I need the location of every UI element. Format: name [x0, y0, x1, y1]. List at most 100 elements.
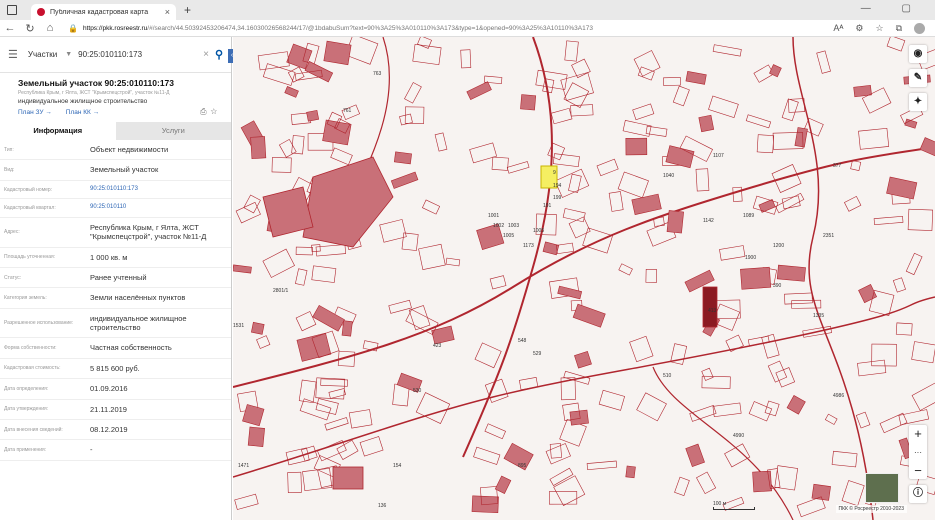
object-title: Земельный участок 90:25:010110:173 — [18, 78, 175, 88]
tab-information[interactable]: Информация — [0, 122, 116, 140]
attribute-value: индивидуальное жилищное строительство — [90, 313, 187, 332]
address-bar: ← ↻ ⌂ 🔒 https://pkk.rosreestr.ru /#/sear… — [0, 20, 935, 37]
hamburger-menu-icon[interactable]: ☰ — [8, 48, 18, 61]
parcel — [401, 232, 419, 251]
attribute-key: Дата определения: — [4, 385, 49, 392]
parcel-label: 1173 — [523, 243, 534, 249]
layers-icon[interactable]: ◉ — [909, 45, 927, 63]
parcel — [811, 483, 831, 501]
browser-tab[interactable]: Публичная кадастровая карта × — [31, 4, 176, 20]
parcel — [672, 85, 690, 107]
parcel-label: 548 — [518, 338, 527, 344]
parcel — [572, 303, 606, 328]
attribute-key: Дата утверждения: — [4, 406, 49, 413]
parcel — [824, 413, 838, 425]
attribute-list: Тип: Объект недвижимости Вид: Земельный уча… — [0, 140, 231, 461]
chevron-down-icon[interactable]: ▼ — [65, 51, 72, 58]
parcel — [571, 58, 591, 79]
search-input[interactable]: 90:25:010110:173 — [78, 50, 203, 59]
tab-services[interactable]: Услуги — [115, 122, 231, 140]
measure-pencil-icon[interactable]: ✎ — [909, 69, 927, 87]
zoom-out-button[interactable]: − — [914, 463, 922, 478]
read-aloud-icon[interactable]: Aᴬ — [833, 23, 843, 34]
parcel — [256, 335, 271, 349]
attribute-key: Кадастровый номер: — [4, 186, 53, 193]
parcel-label: 1471 — [238, 463, 249, 469]
favorites-icon[interactable]: ☆ — [875, 23, 883, 34]
attribute-row: Дата утверждения: 21.11.2019 — [0, 400, 231, 420]
attribute-key: Форма собственности: — [4, 345, 57, 352]
parcel — [752, 470, 772, 493]
new-tab-button[interactable]: + — [184, 3, 191, 17]
parcel — [235, 201, 261, 224]
attribute-value-link[interactable]: 90:25:010110:173 — [90, 186, 231, 194]
object-use: индивидуальное жилищное строительство — [18, 98, 148, 105]
parcel-label: 1531 — [233, 323, 244, 329]
window-menu-icon[interactable] — [7, 5, 17, 15]
parcel-label: 2801/1 — [273, 288, 289, 294]
parcel — [663, 77, 681, 86]
parcel — [250, 321, 265, 335]
attribute-value: 5 815 600 руб. — [90, 363, 140, 373]
home-icon[interactable]: ⌂ — [40, 22, 60, 34]
parcel — [491, 156, 509, 171]
attribute-row: Тип: Объект недвижимости — [0, 140, 231, 161]
basemap-switcher[interactable] — [865, 473, 899, 503]
parcel — [617, 171, 649, 199]
collections-icon[interactable]: ⧉ — [896, 23, 902, 34]
parcel — [858, 127, 890, 150]
parcel — [422, 199, 441, 215]
window-controls[interactable]: — ▢ — [861, 3, 925, 14]
attribute-row: Кадастровая стоимость: 5 815 600 руб. — [0, 359, 231, 380]
parcel — [295, 268, 308, 286]
attribute-value-link[interactable]: 90:25:010110 — [90, 204, 231, 212]
parcel — [637, 66, 655, 81]
parcel-label: 413 — [708, 308, 717, 314]
parcel — [905, 252, 923, 276]
parcel — [379, 219, 407, 243]
parcel — [716, 299, 741, 320]
parcel-label: 1005 — [533, 228, 544, 234]
browser-tab-bar: Публичная кадастровая карта × + — ▢ — [0, 0, 935, 20]
tab-close-button[interactable]: × — [165, 7, 170, 17]
parcel-label: 1005 — [503, 233, 514, 239]
extensions-icon[interactable]: ⚙ — [855, 23, 863, 34]
zoom-in-button[interactable]: + — [914, 426, 922, 441]
plan-links: План ЗУ → План КК → ⎙☆ — [0, 105, 231, 116]
parcel — [445, 257, 461, 267]
search-category-select[interactable]: Участки — [28, 50, 57, 59]
parcel — [786, 395, 806, 415]
parcel — [408, 305, 431, 331]
building — [302, 156, 394, 248]
attribute-value: 01.09.2016 — [90, 384, 128, 394]
parcel — [871, 343, 897, 367]
parcel — [771, 164, 802, 193]
parcel — [418, 243, 446, 270]
favorite-star-icon[interactable]: ☆ — [210, 107, 221, 116]
plan-zu-link[interactable]: План ЗУ → — [18, 109, 52, 116]
parcel — [698, 114, 715, 133]
parcel-label: 2351 — [823, 233, 834, 239]
parcel — [787, 98, 805, 113]
parcel — [625, 465, 636, 479]
map-canvas[interactable]: 763 761 1089 1142 1200 1900 2351 1335 4986 4990 51… — [233, 37, 935, 520]
parcel — [618, 263, 633, 276]
parcel — [234, 493, 259, 510]
clear-search-icon[interactable]: × — [203, 49, 209, 60]
refresh-icon[interactable]: ↻ — [20, 22, 40, 35]
url-field[interactable]: 🔒 https://pkk.rosreestr.ru /#/search/44.… — [68, 22, 833, 35]
cadastral-map[interactable]: 763 761 1089 1142 1200 1900 2351 1335 4986 4990 51… — [233, 37, 935, 520]
parcel — [348, 409, 373, 429]
locate-icon[interactable]: ✦ — [909, 93, 927, 111]
lock-icon: 🔒 — [68, 23, 78, 33]
print-icon[interactable]: ⎙ — [200, 107, 210, 116]
search-icon[interactable]: ⚲ — [215, 48, 223, 61]
plan-kk-link[interactable]: План КК → — [66, 109, 99, 116]
attribute-key: Вид: — [4, 167, 15, 174]
profile-avatar[interactable] — [914, 22, 925, 34]
attribute-key: Адрес: — [4, 229, 20, 236]
parcel — [732, 186, 743, 202]
info-icon[interactable]: ⓘ — [909, 485, 927, 503]
parcel — [291, 135, 305, 155]
back-arrow-icon[interactable]: ← — [0, 22, 20, 34]
